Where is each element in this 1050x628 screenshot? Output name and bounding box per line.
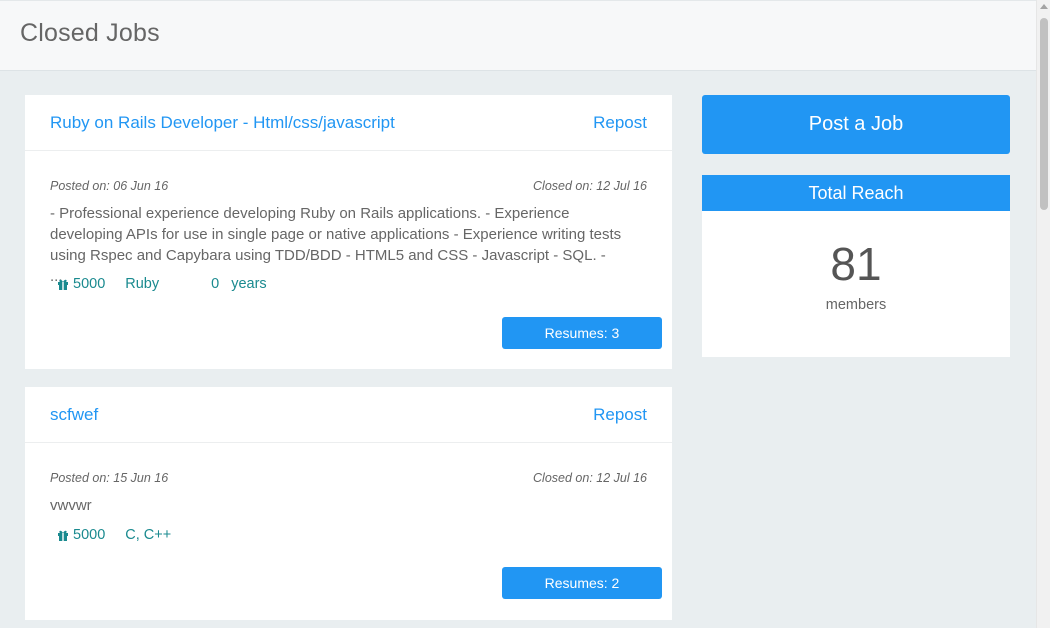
total-reach-panel: Total Reach 81 members [702, 175, 1010, 357]
repost-link[interactable]: Repost [593, 113, 647, 133]
reach-count: 81 [830, 238, 882, 290]
job-dates: Posted on: 15 Jun 16 Closed on: 12 Jul 1… [50, 471, 647, 485]
scrollbar-thumb[interactable] [1040, 18, 1048, 210]
job-card-header: Ruby on Rails Developer - Html/css/javas… [25, 95, 672, 151]
job-card: scfwef Repost Posted on: 15 Jun 16 Close… [25, 387, 672, 620]
reach-unit: members [825, 297, 887, 313]
page-title: Closed Jobs [20, 19, 160, 47]
skills-value: Ruby [125, 276, 160, 292]
salary-value: 5000 [73, 527, 106, 543]
salary-value: 5000 [73, 276, 106, 292]
job-meta: 5000 C, C++ [57, 527, 223, 543]
resumes-button[interactable]: Resumes: 3 [502, 317, 662, 349]
job-title-link[interactable]: Ruby on Rails Developer - Html/css/javas… [50, 113, 395, 133]
job-title-link[interactable]: scfwef [50, 405, 98, 425]
resumes-button[interactable]: Resumes: 2 [502, 567, 662, 599]
job-meta: 5000 Ruby 0 years [57, 276, 267, 292]
gift-icon [57, 278, 69, 290]
total-reach-title: Total Reach [702, 175, 1010, 211]
vertical-scrollbar[interactable] [1036, 0, 1050, 628]
repost-link[interactable]: Repost [593, 405, 647, 425]
closed-date: Closed on: 12 Jul 16 [533, 471, 647, 485]
post-job-button[interactable]: Post a Job [702, 95, 1010, 154]
posted-date: Posted on: 15 Jun 16 [50, 471, 169, 485]
scroll-up-arrow-icon[interactable] [1040, 4, 1048, 9]
page-header: Closed Jobs [0, 0, 1036, 71]
gift-icon [57, 529, 69, 541]
job-description: - Professional experience developing Rub… [50, 205, 622, 285]
job-description: vwvwr [50, 497, 92, 514]
skills-value: C, C++ [125, 527, 172, 543]
job-card: Ruby on Rails Developer - Html/css/javas… [25, 95, 672, 369]
job-dates: Posted on: 06 Jun 16 Closed on: 12 Jul 1… [50, 179, 647, 193]
posted-date: Posted on: 06 Jun 16 [50, 179, 169, 193]
job-card-header: scfwef Repost [25, 387, 672, 443]
experience-value: 0 [211, 276, 220, 292]
experience-unit: years [231, 276, 267, 292]
closed-date: Closed on: 12 Jul 16 [533, 179, 647, 193]
